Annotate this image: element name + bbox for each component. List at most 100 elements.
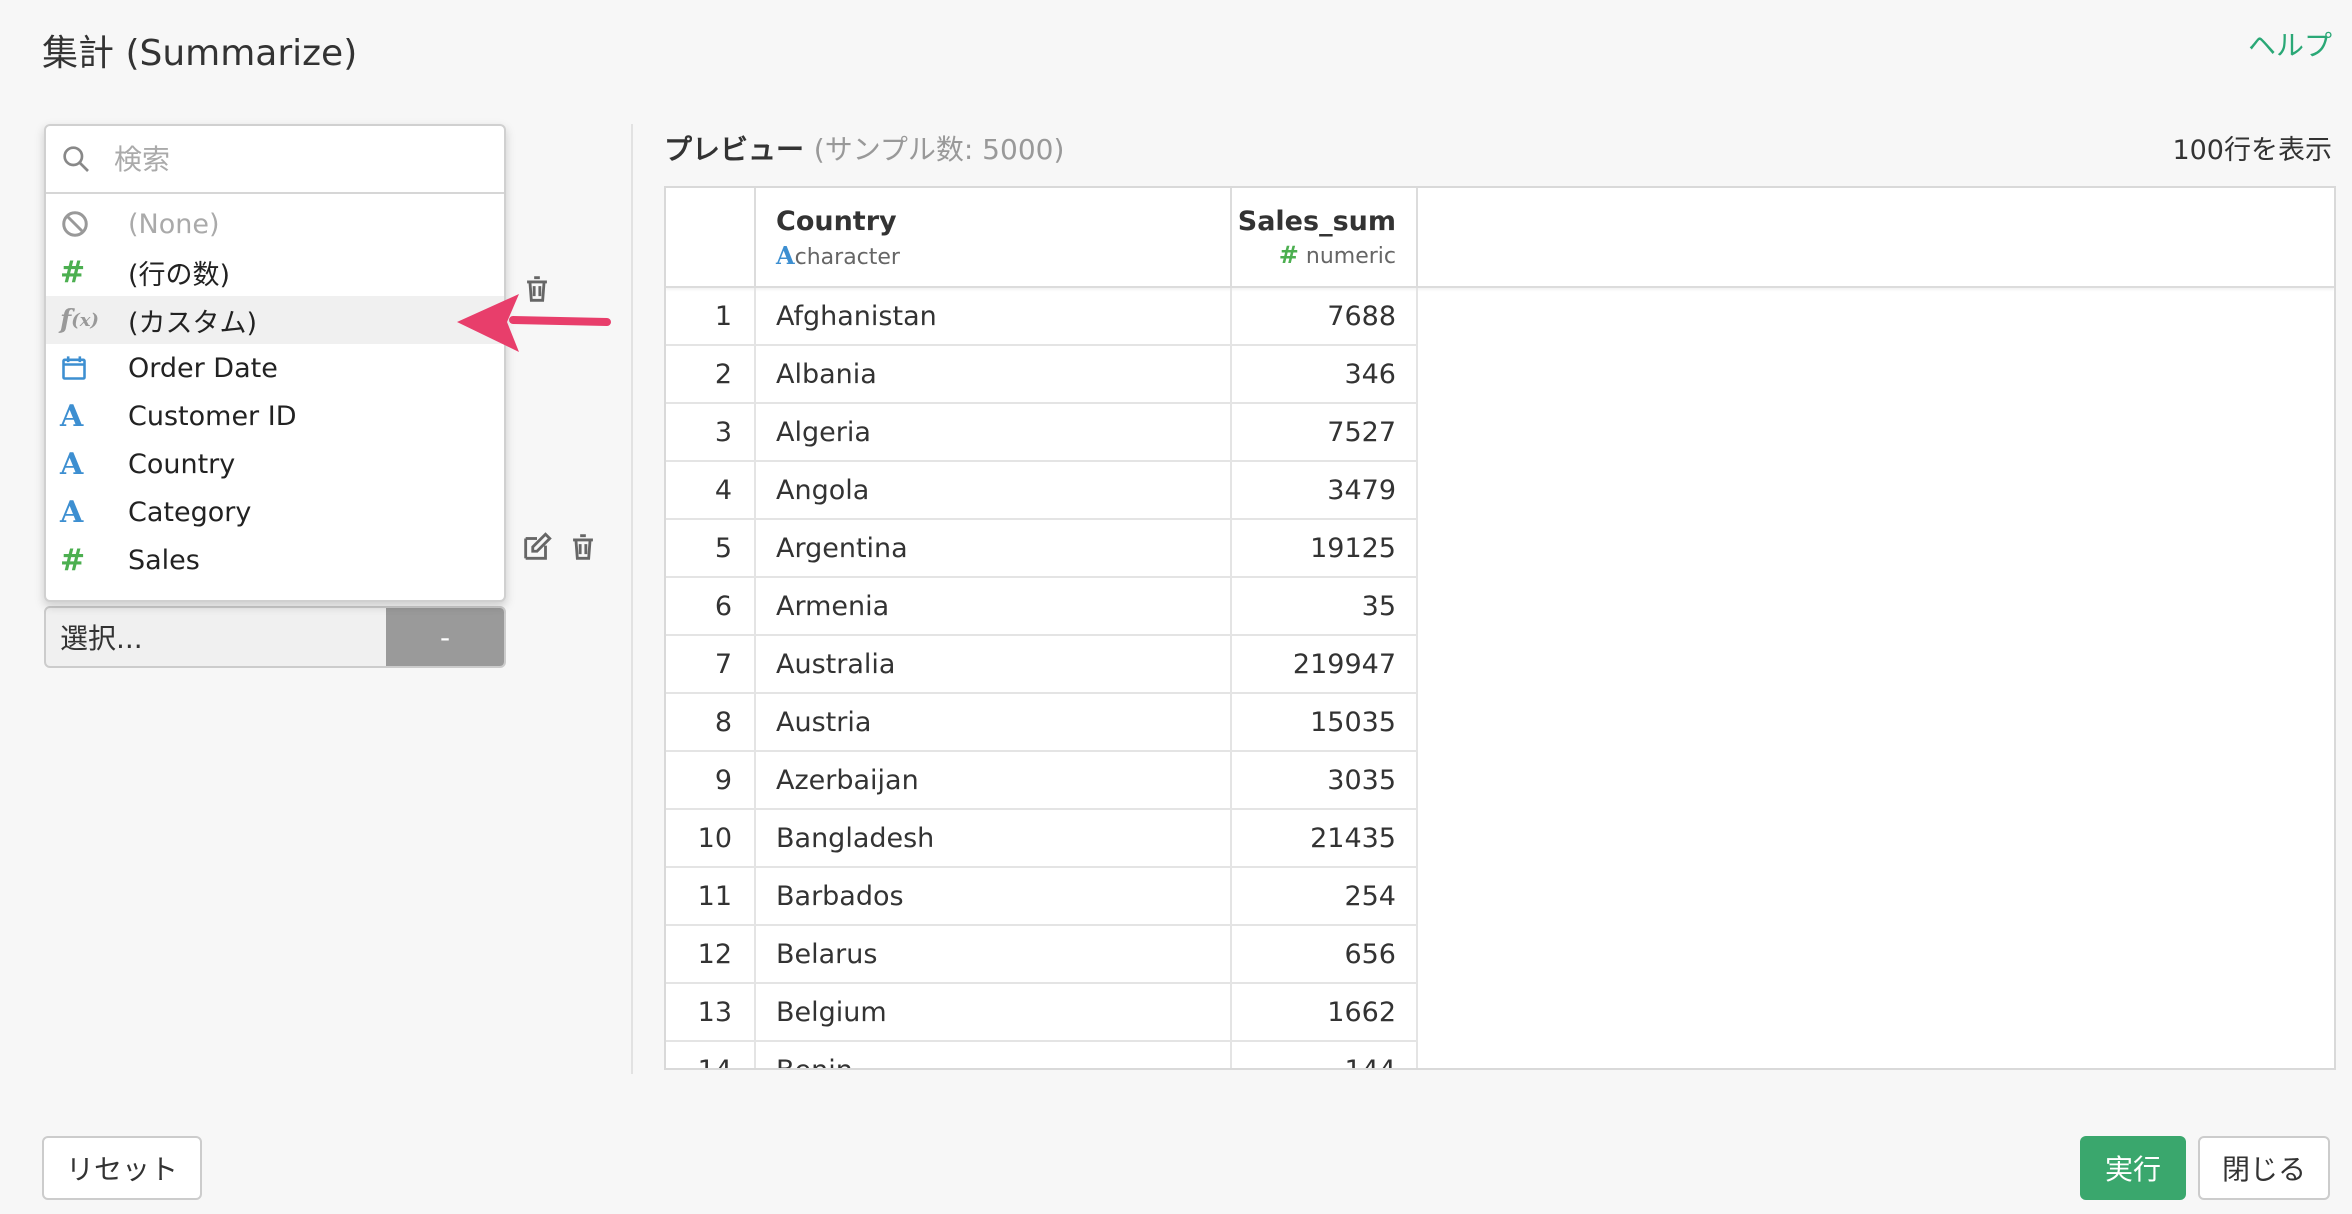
- row-index: 3: [666, 404, 756, 460]
- row-index: 1: [666, 288, 756, 344]
- table-row: 12 Belarus 656: [666, 926, 1418, 984]
- trash-icon[interactable]: [566, 530, 600, 564]
- country-cell: Albania: [756, 346, 1232, 402]
- remove-button[interactable]: -: [386, 608, 504, 666]
- hash-icon: #: [1278, 241, 1299, 269]
- table-row: 2 Albania 346: [666, 346, 1418, 404]
- sales-sum-cell: 656: [1232, 926, 1418, 982]
- row-index: 8: [666, 694, 756, 750]
- table-row: 1 Afghanistan 7688: [666, 288, 1418, 346]
- option-custom[interactable]: f (x) (カスタム): [46, 296, 504, 344]
- option-sales[interactable]: # Sales: [46, 536, 504, 584]
- function-icon: f (x): [60, 305, 99, 335]
- row-actions-2: [520, 530, 600, 564]
- search-box: [46, 126, 504, 194]
- country-cell: Algeria: [756, 404, 1232, 460]
- country-cell: Belgium: [756, 984, 1232, 1040]
- table-row: 3 Algeria 7527: [666, 404, 1418, 462]
- row-index: 6: [666, 578, 756, 634]
- row-index: 11: [666, 868, 756, 924]
- row-index: 9: [666, 752, 756, 808]
- table-row: 8 Austria 15035: [666, 694, 1418, 752]
- sales-sum-cell: 3479: [1232, 462, 1418, 518]
- table-body: 1 Afghanistan 7688 2 Albania 346 3 Algeria 7527 4…: [666, 288, 1418, 1068]
- table-row: 6 Armenia 35: [666, 578, 1418, 636]
- sales-sum-cell: 35: [1232, 578, 1418, 634]
- row-index: 4: [666, 462, 756, 518]
- country-cell: Austria: [756, 694, 1232, 750]
- option-category[interactable]: A Category: [46, 488, 504, 536]
- search-input[interactable]: [112, 141, 476, 177]
- aggregate-select[interactable]: 選択... -: [44, 606, 506, 668]
- hash-icon: #: [60, 542, 86, 578]
- option-order-date[interactable]: Order Date: [46, 344, 504, 392]
- country-cell: Armenia: [756, 578, 1232, 634]
- table-row: 5 Argentina 19125: [666, 520, 1418, 578]
- row-index: 12: [666, 926, 756, 982]
- sales-sum-cell: 7688: [1232, 288, 1418, 344]
- reset-button[interactable]: リセット: [42, 1136, 202, 1200]
- table-row: 14 Benin 144: [666, 1042, 1418, 1068]
- option-row-count[interactable]: # (行の数): [46, 248, 504, 296]
- country-cell: Benin: [756, 1042, 1232, 1068]
- option-customer-id[interactable]: A Customer ID: [46, 392, 504, 440]
- text-type-icon: A: [60, 494, 84, 530]
- close-button[interactable]: 閉じる: [2198, 1136, 2330, 1200]
- table-row: 4 Angola 3479: [666, 462, 1418, 520]
- country-cell: Belarus: [756, 926, 1232, 982]
- country-cell: Australia: [756, 636, 1232, 692]
- none-icon: [60, 204, 106, 244]
- sales-sum-cell: 1662: [1232, 984, 1418, 1040]
- table-row: 9 Azerbaijan 3035: [666, 752, 1418, 810]
- index-header: [666, 188, 756, 286]
- country-cell: Angola: [756, 462, 1232, 518]
- text-type-icon: A: [776, 241, 795, 270]
- text-type-icon: A: [60, 446, 84, 482]
- preview-heading: プレビュー (サンプル数: 5000): [664, 128, 1064, 168]
- run-button[interactable]: 実行: [2080, 1136, 2186, 1200]
- sales-sum-cell: 19125: [1232, 520, 1418, 576]
- table-row: 11 Barbados 254: [666, 868, 1418, 926]
- sales-sum-cell: 219947: [1232, 636, 1418, 692]
- column-header-country[interactable]: Country Acharacter: [756, 188, 1232, 286]
- row-index: 13: [666, 984, 756, 1040]
- table-row: 7 Australia 219947: [666, 636, 1418, 694]
- text-type-icon: A: [60, 398, 84, 434]
- calendar-icon: [60, 348, 106, 388]
- preview-table[interactable]: Country Acharacter Sales_sum # numeric 1…: [664, 186, 2336, 1070]
- sales-sum-cell: 7527: [1232, 404, 1418, 460]
- country-cell: Afghanistan: [756, 288, 1232, 344]
- preview-subtitle: (サンプル数: 5000): [813, 133, 1065, 166]
- annotation-arrow-icon: [457, 294, 611, 352]
- country-cell: Barbados: [756, 868, 1232, 924]
- sales-sum-cell: 346: [1232, 346, 1418, 402]
- sales-sum-cell: 21435: [1232, 810, 1418, 866]
- sales-sum-cell: 3035: [1232, 752, 1418, 808]
- table-header: Country Acharacter Sales_sum # numeric: [666, 188, 2334, 288]
- row-index: 7: [666, 636, 756, 692]
- row-index: 5: [666, 520, 756, 576]
- country-cell: Bangladesh: [756, 810, 1232, 866]
- page-title: 集計 (Summarize): [42, 33, 358, 74]
- country-cell: Argentina: [756, 520, 1232, 576]
- sales-sum-cell: 15035: [1232, 694, 1418, 750]
- edit-icon[interactable]: [520, 530, 554, 564]
- panel-divider: [631, 124, 633, 1074]
- sales-sum-cell: 144: [1232, 1042, 1418, 1068]
- column-header-sales-sum[interactable]: Sales_sum # numeric: [1232, 188, 1418, 286]
- table-row: 10 Bangladesh 21435: [666, 810, 1418, 868]
- country-cell: Azerbaijan: [756, 752, 1232, 808]
- help-link[interactable]: ヘルプ: [2248, 24, 2332, 64]
- row-index: 10: [666, 810, 756, 866]
- search-icon: [63, 146, 89, 172]
- option-none[interactable]: (None): [46, 200, 504, 248]
- table-row: 13 Belgium 1662: [666, 984, 1418, 1042]
- preview-title: プレビュー: [664, 133, 805, 166]
- hash-icon: #: [60, 254, 86, 290]
- option-country[interactable]: A Country: [46, 440, 504, 488]
- row-index: 14: [666, 1042, 756, 1068]
- select-field[interactable]: 選択...: [46, 608, 386, 666]
- row-index: 2: [666, 346, 756, 402]
- sales-sum-cell: 254: [1232, 868, 1418, 924]
- column-dropdown[interactable]: (None) # (行の数) f(x) (カスタム) Order Date A …: [44, 124, 506, 602]
